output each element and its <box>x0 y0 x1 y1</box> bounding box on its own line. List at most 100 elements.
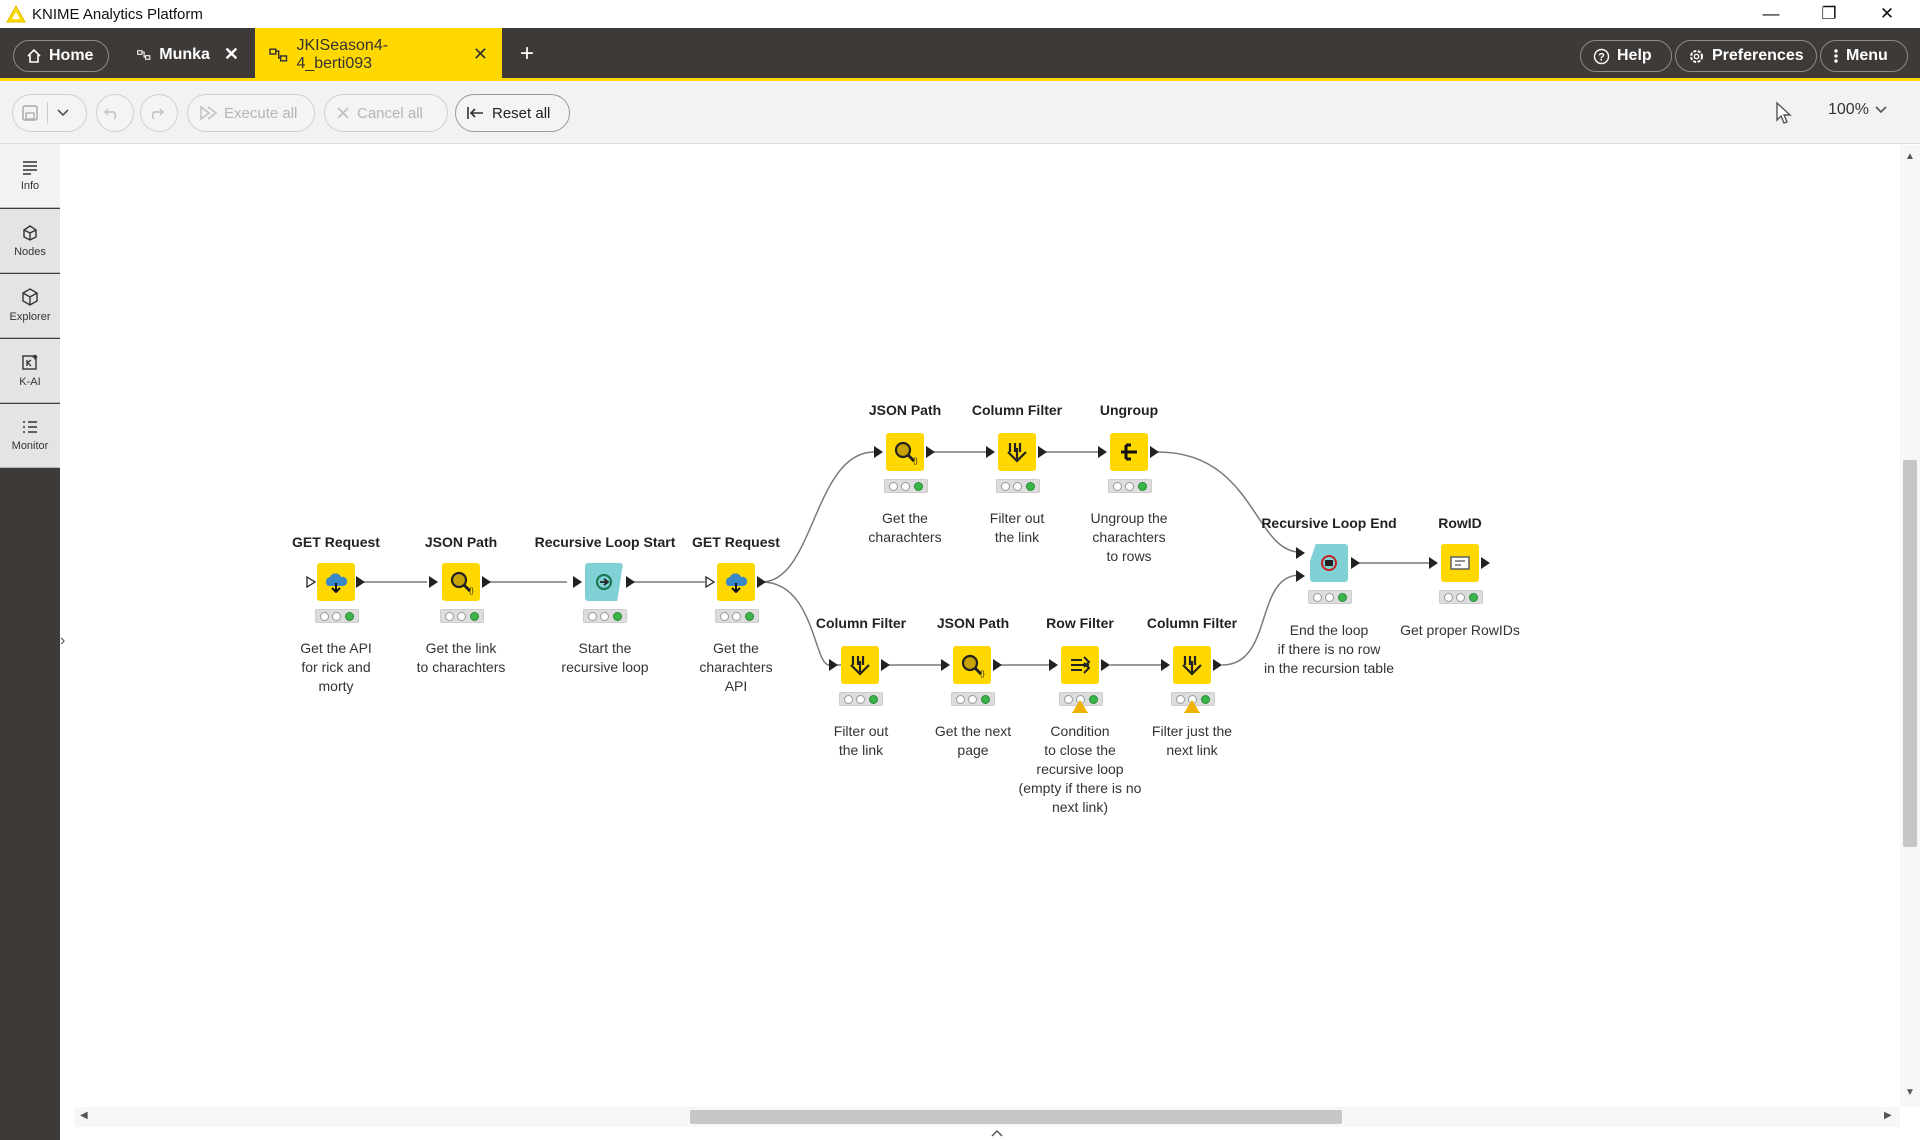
sidebar-item-explorer[interactable]: Explorer <box>0 274 60 338</box>
get-request-node[interactable] <box>317 563 355 601</box>
bottom-panel-toggle[interactable] <box>74 1127 1920 1140</box>
reset-all-button[interactable]: Reset all <box>455 94 570 132</box>
output-port-icon[interactable] <box>626 576 635 588</box>
column-filter-node[interactable] <box>1173 646 1211 684</box>
node-status <box>315 609 359 623</box>
sidebar-item-k-ai[interactable]: K-AI <box>0 339 60 403</box>
output-port-icon[interactable] <box>1481 557 1490 569</box>
selection-mode-icon[interactable] <box>1774 101 1794 125</box>
ungroup-node[interactable] <box>1110 433 1148 471</box>
tab-munka[interactable]: Munka ✕ <box>123 28 253 81</box>
node-annotation: Condition to close the recursive loop (e… <box>1018 723 1142 815</box>
output-port-icon[interactable] <box>482 576 491 588</box>
scroll-left-icon[interactable]: ◀ <box>80 1110 88 1121</box>
close-icon[interactable]: ✕ <box>1858 0 1916 28</box>
input-port-icon <box>874 446 883 458</box>
warning-icon <box>1184 700 1200 713</box>
zoom-dropdown[interactable]: 100% <box>1828 101 1887 119</box>
output-port-icon[interactable] <box>881 659 890 671</box>
expand-panel-icon[interactable]: › <box>60 632 72 652</box>
warning-icon <box>1072 700 1088 713</box>
gear-icon <box>1690 49 1703 63</box>
kebab-menu-icon <box>1834 49 1838 63</box>
magnifier-icon: {} <box>450 571 474 595</box>
input-port-icon <box>1296 547 1305 559</box>
close-tab-icon[interactable]: ✕ <box>224 44 239 65</box>
sidebar-item-monitor[interactable]: Monitor <box>0 404 60 468</box>
k-ai-icon <box>22 354 38 370</box>
recursive-loop-end-node[interactable] <box>1310 544 1348 582</box>
restore-icon[interactable]: ❐ <box>1800 0 1858 28</box>
chevron-up-icon[interactable] <box>990 1129 1004 1137</box>
redo-button[interactable] <box>140 94 178 132</box>
horizontal-scroll-thumb[interactable] <box>690 1110 1342 1124</box>
node-title: Ungroup <box>1099 402 1159 418</box>
undo-button[interactable] <box>96 94 134 132</box>
new-tab-button[interactable]: + <box>520 40 534 68</box>
svg-text:{}: {} <box>469 588 474 595</box>
input-port-icon <box>429 576 438 588</box>
input-port-icon <box>1296 570 1305 582</box>
execute-all-icon <box>200 105 218 121</box>
explorer-cube-icon <box>22 288 38 306</box>
json-path-node[interactable]: {} <box>442 563 480 601</box>
scroll-down-icon[interactable]: ▼ <box>1905 1087 1915 1098</box>
workflow-canvas[interactable]: GET Request Get the API for rick and mor… <box>74 145 1898 1107</box>
node-status <box>996 479 1040 493</box>
cancel-all-button[interactable]: Cancel all <box>324 94 448 132</box>
input-port-icon <box>1161 659 1170 671</box>
column-filter-node[interactable] <box>998 433 1036 471</box>
cancel-all-label: Cancel all <box>357 104 423 122</box>
close-tab-icon[interactable]: ✕ <box>473 44 488 65</box>
recursive-loop-start-node[interactable] <box>585 563 623 601</box>
output-port-icon[interactable] <box>1038 446 1047 458</box>
help-button[interactable]: ? Help <box>1580 40 1672 72</box>
sidebar-item-info[interactable]: Info <box>0 144 60 208</box>
preferences-button[interactable]: Preferences <box>1675 40 1817 72</box>
output-port-icon[interactable] <box>1150 446 1159 458</box>
json-path-node[interactable]: {} <box>886 433 924 471</box>
row-filter-node[interactable] <box>1061 646 1099 684</box>
loop-end-icon <box>1321 555 1337 571</box>
node-annotation: Filter out the link <box>989 510 1045 545</box>
node-title: JSON Path <box>868 402 942 418</box>
sidebar-item-label: Explorer <box>9 311 51 323</box>
row-filter-icon <box>1071 656 1091 674</box>
node-annotation: End the loop if there is no row in the r… <box>1264 622 1394 676</box>
save-button[interactable] <box>12 94 87 132</box>
output-port-icon[interactable] <box>757 576 766 588</box>
tab-jkiseason[interactable]: JKISeason4-4_berti093 ✕ <box>255 28 502 81</box>
node-status <box>884 479 928 493</box>
vertical-scroll-thumb[interactable] <box>1903 460 1917 847</box>
menu-button[interactable]: Menu <box>1820 40 1908 72</box>
scroll-up-icon[interactable]: ▲ <box>1905 151 1915 162</box>
sidebar-item-label: Nodes <box>14 246 46 258</box>
chevron-down-icon[interactable] <box>56 108 70 118</box>
info-list-icon <box>23 161 37 175</box>
get-request-node[interactable] <box>717 563 755 601</box>
node-status <box>839 692 883 706</box>
scroll-right-icon[interactable]: ▶ <box>1884 1110 1892 1121</box>
output-port-icon[interactable] <box>926 446 935 458</box>
column-filter-node[interactable] <box>841 646 879 684</box>
input-port-icon <box>1049 659 1058 671</box>
cloud-download-icon <box>325 573 348 593</box>
execute-all-button[interactable]: Execute all <box>187 94 315 132</box>
monitor-list-icon <box>23 421 37 433</box>
output-port-icon[interactable] <box>356 576 365 588</box>
input-port-icon <box>573 576 582 588</box>
rowid-node[interactable] <box>1441 544 1479 582</box>
output-port-icon[interactable] <box>1213 659 1222 671</box>
output-port-icon[interactable] <box>1351 557 1360 569</box>
reset-icon <box>467 107 483 119</box>
home-button[interactable]: Home <box>13 40 109 72</box>
input-port-icon <box>306 576 316 588</box>
output-port-icon[interactable] <box>993 659 1002 671</box>
minimize-icon[interactable]: — <box>1742 0 1800 28</box>
sidebar-item-nodes[interactable]: Nodes <box>0 209 60 273</box>
input-port-icon <box>1429 557 1438 569</box>
cancel-icon <box>337 107 349 119</box>
json-path-node[interactable]: {} <box>953 646 991 684</box>
output-port-icon[interactable] <box>1101 659 1110 671</box>
node-annotation: Start the recursive loop <box>561 640 649 675</box>
